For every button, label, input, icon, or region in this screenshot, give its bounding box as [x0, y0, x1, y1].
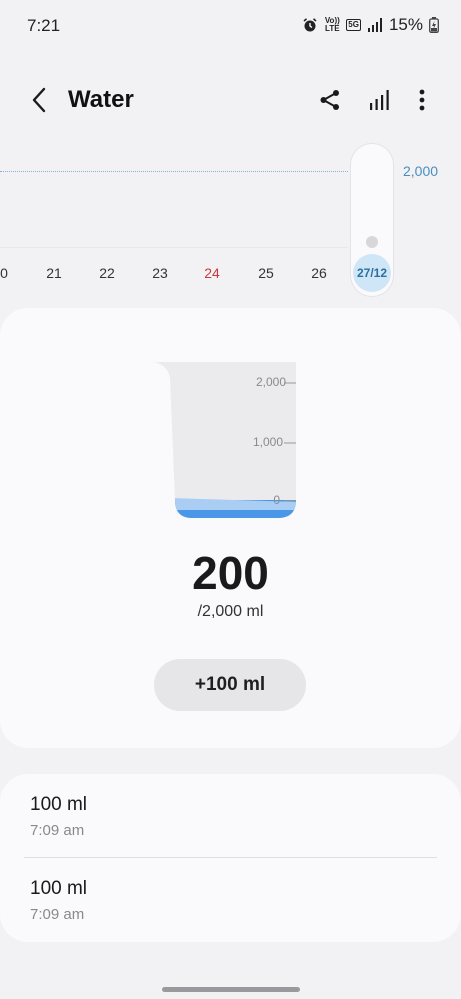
- battery-percent: 15%: [388, 15, 423, 34]
- battery-charging-icon: [429, 17, 439, 33]
- day-label[interactable]: 25: [251, 265, 281, 281]
- daily-intake-chart[interactable]: 2,000 0 21 22 23 24 25 26 27/12: [0, 140, 461, 300]
- goal-line: [0, 171, 348, 172]
- cup-tick-label: 1,000: [252, 435, 283, 449]
- log-entry-time: 7:09 am: [30, 822, 85, 839]
- day-label[interactable]: 24: [197, 265, 227, 281]
- app-bar: Water: [0, 72, 461, 128]
- network-5g-icon: 5G: [346, 19, 361, 31]
- intake-card: 2,000 1,000 0 200 /2,000 ml +100 ml: [0, 308, 461, 748]
- status-icons: Vo)) LTE 5G 15%: [302, 15, 439, 35]
- more-vertical-icon: [419, 89, 425, 111]
- day-label[interactable]: 26: [304, 265, 334, 281]
- chevron-left-icon: [32, 87, 46, 113]
- cup-tick-label: 2,000: [255, 375, 286, 389]
- log-entry[interactable]: 100 ml 7:09 am: [0, 858, 461, 942]
- log-entry-amount: 100 ml: [30, 794, 88, 815]
- log-entry[interactable]: 100 ml 7:09 am: [0, 774, 461, 858]
- status-time: 7:21: [27, 16, 61, 35]
- volte-icon: Vo)) LTE: [324, 16, 340, 33]
- goal-label: 2,000: [403, 163, 439, 179]
- log-entry-time: 7:09 am: [30, 906, 85, 923]
- log-entry-amount: 100 ml: [30, 878, 88, 899]
- alarm-icon: [303, 18, 317, 32]
- signal-icon: [367, 18, 382, 32]
- share-icon: [320, 90, 339, 110]
- cup-tick-label: 0: [273, 493, 280, 507]
- intake-log: 100 ml 7:09 am 100 ml 7:09 am: [0, 774, 461, 942]
- day-label[interactable]: 22: [92, 265, 122, 281]
- more-options-button[interactable]: [408, 86, 436, 114]
- selected-day-point: [366, 236, 378, 248]
- trends-button[interactable]: [365, 86, 393, 114]
- status-bar: 7:21 Vo)) LTE 5G 15%: [0, 0, 461, 52]
- chart-baseline: [0, 247, 348, 248]
- home-indicator[interactable]: [162, 987, 300, 992]
- add-water-label: +100 ml: [194, 674, 266, 695]
- share-button[interactable]: [316, 86, 344, 114]
- back-button[interactable]: [26, 86, 52, 114]
- intake-goal: /2,000 ml: [197, 603, 264, 620]
- day-label[interactable]: 23: [145, 265, 175, 281]
- water-cup: 2,000 1,000 0: [150, 360, 300, 525]
- page-title: Water: [68, 86, 134, 113]
- day-label[interactable]: 0: [0, 265, 19, 281]
- add-water-button[interactable]: +100 ml: [154, 659, 306, 711]
- day-label[interactable]: 21: [39, 265, 69, 281]
- bar-chart-icon: [370, 90, 389, 110]
- intake-amount: 200: [192, 547, 269, 599]
- day-selected[interactable]: 27/12: [353, 254, 391, 292]
